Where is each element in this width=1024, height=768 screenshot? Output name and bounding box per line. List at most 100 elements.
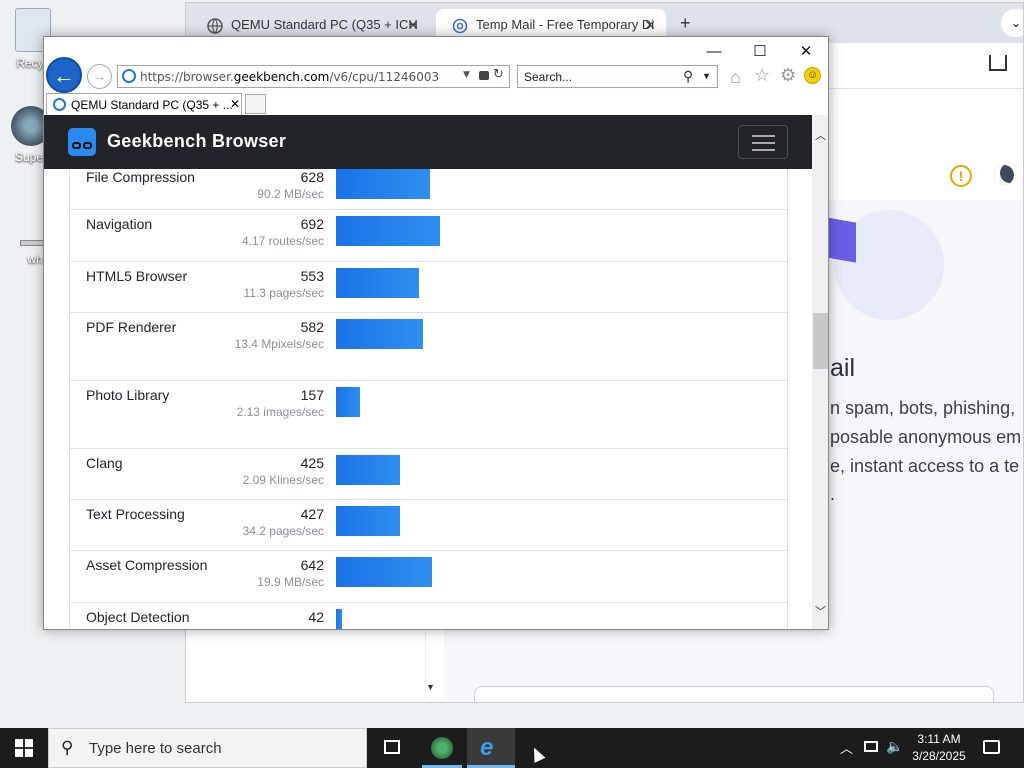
geekbench-navbar: Geekbench Browser	[44, 115, 828, 169]
results-card: File Compression 628 90.2 MB/sec Navigation…	[69, 169, 788, 629]
benchmark-unit: 34.2 pages/sec	[242, 524, 324, 538]
search-input[interactable]: Search... ⚲ ▼	[517, 65, 718, 88]
benchmark-row: Clang 425 2.09 Klines/sec	[70, 449, 787, 500]
close-icon[interactable]: ✕	[644, 17, 656, 34]
ie-tab-label: QEMU Standard PC (Q35 + ...	[71, 98, 233, 112]
ie-tab-active[interactable]: QEMU Standard PC (Q35 + ... ✕	[46, 93, 242, 115]
benchmark-score: 642	[300, 557, 324, 573]
lock-icon	[479, 71, 489, 80]
network-icon[interactable]	[864, 741, 878, 752]
home-icon[interactable]: ⌂	[730, 67, 741, 88]
warning-icon[interactable]: !	[950, 165, 972, 187]
menu-dots-icon[interactable]: ⋮	[1020, 55, 1023, 75]
benchmark-bar	[336, 387, 360, 417]
benchmark-unit: 13.4 Mpixels/sec	[234, 337, 324, 351]
ie-taskbar-icon: e	[480, 734, 494, 761]
benchmark-row: Text Processing 427 34.2 pages/sec	[70, 500, 787, 551]
settings-gear-icon[interactable]: ⚙	[780, 65, 796, 86]
scrollbar-thumb[interactable]	[813, 313, 828, 369]
download-icon[interactable]	[989, 55, 1007, 71]
email-box	[474, 686, 994, 702]
close-icon[interactable]: ✕	[230, 97, 240, 111]
benchmark-name: Photo Library	[86, 387, 170, 403]
benchmark-bar	[336, 268, 419, 298]
benchmark-row: File Compression 628 90.2 MB/sec	[70, 169, 787, 210]
minimize-button[interactable]: —	[692, 41, 736, 63]
hero-heading: ail	[830, 354, 856, 382]
globe-icon	[207, 18, 223, 34]
benchmark-name: PDF Renderer	[86, 319, 177, 335]
clock-time[interactable]: 3:11 AM	[906, 732, 972, 746]
task-view-button[interactable]	[368, 728, 416, 768]
benchmark-bar	[336, 319, 423, 349]
tray-chevron-icon[interactable]: ︿	[840, 738, 853, 757]
benchmark-name: Text Processing	[86, 506, 185, 522]
taskbar-search-input[interactable]: ⚲ Type here to search	[48, 728, 367, 768]
maximize-button[interactable]: ☐	[738, 41, 782, 63]
benchmark-unit: 2.13 images/sec	[236, 405, 324, 419]
scroll-up-icon[interactable]: ︿	[812, 127, 828, 144]
search-icon: ⚲	[61, 738, 74, 757]
at-sign-icon	[452, 18, 468, 34]
clock-date[interactable]: 3/28/2025	[906, 749, 972, 763]
benchmark-name: Object Detection	[86, 609, 190, 625]
hero-line-3: e, instant access to a te	[830, 456, 1020, 476]
address-dropdown-icon[interactable]: ▼	[463, 70, 470, 80]
benchmark-name: HTML5 Browser	[86, 268, 188, 284]
feedback-smiley-icon[interactable]: ☺	[804, 67, 821, 84]
search-icon[interactable]: ⚲	[683, 68, 693, 85]
benchmark-name: Clang	[86, 455, 123, 471]
search-dropdown-icon[interactable]: ▼	[702, 71, 711, 81]
benchmark-score: 582	[300, 319, 324, 335]
benchmark-row: Photo Library 157 2.13 images/sec	[70, 381, 787, 449]
volume-muted-icon[interactable]: 🔈	[886, 738, 903, 755]
favorites-star-icon[interactable]: ☆	[754, 65, 770, 86]
hamburger-menu-button[interactable]	[738, 125, 788, 159]
forward-button[interactable]: →	[87, 64, 112, 89]
taskbar: ⚲ Type here to search e ︿ 🔈 3:11 AM 3/28…	[0, 728, 1024, 768]
benchmark-unit: 19.9 MB/sec	[257, 575, 324, 589]
results-content: File Compression 628 90.2 MB/sec Navigation…	[44, 169, 812, 629]
ie-tab-icon	[53, 98, 66, 111]
benchmark-unit: 2.09 Klines/sec	[242, 473, 324, 487]
benchmark-score: 425	[300, 455, 324, 471]
close-icon[interactable]: ✕	[407, 17, 419, 34]
geekbench-logo-icon[interactable]	[68, 128, 96, 156]
benchmark-row: PDF Renderer 582 13.4 Mpixels/sec	[70, 313, 787, 381]
taskbar-app-ie[interactable]: e	[467, 728, 515, 768]
taskbar-app-super[interactable]	[418, 728, 466, 768]
chrome-tab-qemu-label: QEMU Standard PC (Q35 + ICH	[231, 17, 418, 32]
new-tab-button[interactable]: +	[680, 13, 691, 34]
scroll-down-icon[interactable]: ﹀	[812, 603, 828, 620]
benchmark-score: 42	[308, 609, 324, 625]
address-prefix: https://browser.	[140, 70, 234, 84]
benchmark-name: Asset Compression	[86, 557, 208, 573]
dark-mode-moon-icon[interactable]	[994, 165, 1014, 185]
back-button[interactable]: ←	[46, 57, 82, 93]
refresh-icon[interactable]: ↻	[493, 67, 504, 82]
super-taskbar-icon	[431, 737, 453, 759]
notifications-icon[interactable]	[983, 740, 1000, 754]
profile-chevron-icon[interactable]: ⌄	[1001, 9, 1023, 37]
address-bar[interactable]: https://browser.geekbench.com/v6/cpu/112…	[117, 65, 510, 88]
ie-tab-strip: QEMU Standard PC (Q35 + ... ✕	[44, 93, 828, 115]
ie-new-tab-button[interactable]	[245, 94, 266, 114]
benchmark-score: 692	[300, 216, 324, 232]
chrome-scroll-down-icon[interactable]: ▼	[426, 682, 435, 692]
ie-window: — ☐ ✕ ← → https://browser.geekbench.com/…	[43, 36, 829, 630]
benchmark-row: Navigation 692 4.17 routes/sec	[70, 210, 787, 262]
benchmark-row: Asset Compression 642 19.9 MB/sec	[70, 551, 787, 603]
start-button[interactable]	[0, 728, 48, 768]
ie-scrollbar[interactable]: ︿ ﹀	[812, 115, 828, 629]
benchmark-unit: 4.17 routes/sec	[241, 234, 324, 248]
address-domain: geekbench.com	[233, 70, 330, 84]
chrome-tab-tempmail-label: Temp Mail - Free Temporary Di	[476, 17, 655, 32]
close-button[interactable]: ✕	[784, 41, 828, 63]
benchmark-bar	[336, 506, 400, 536]
benchmark-bar	[336, 216, 440, 246]
search-placeholder: Search...	[524, 70, 573, 84]
benchmark-name: File Compression	[86, 169, 195, 185]
benchmark-bar	[336, 609, 342, 629]
task-view-icon	[384, 740, 400, 754]
geekbench-brand[interactable]: Geekbench Browser	[107, 131, 286, 152]
